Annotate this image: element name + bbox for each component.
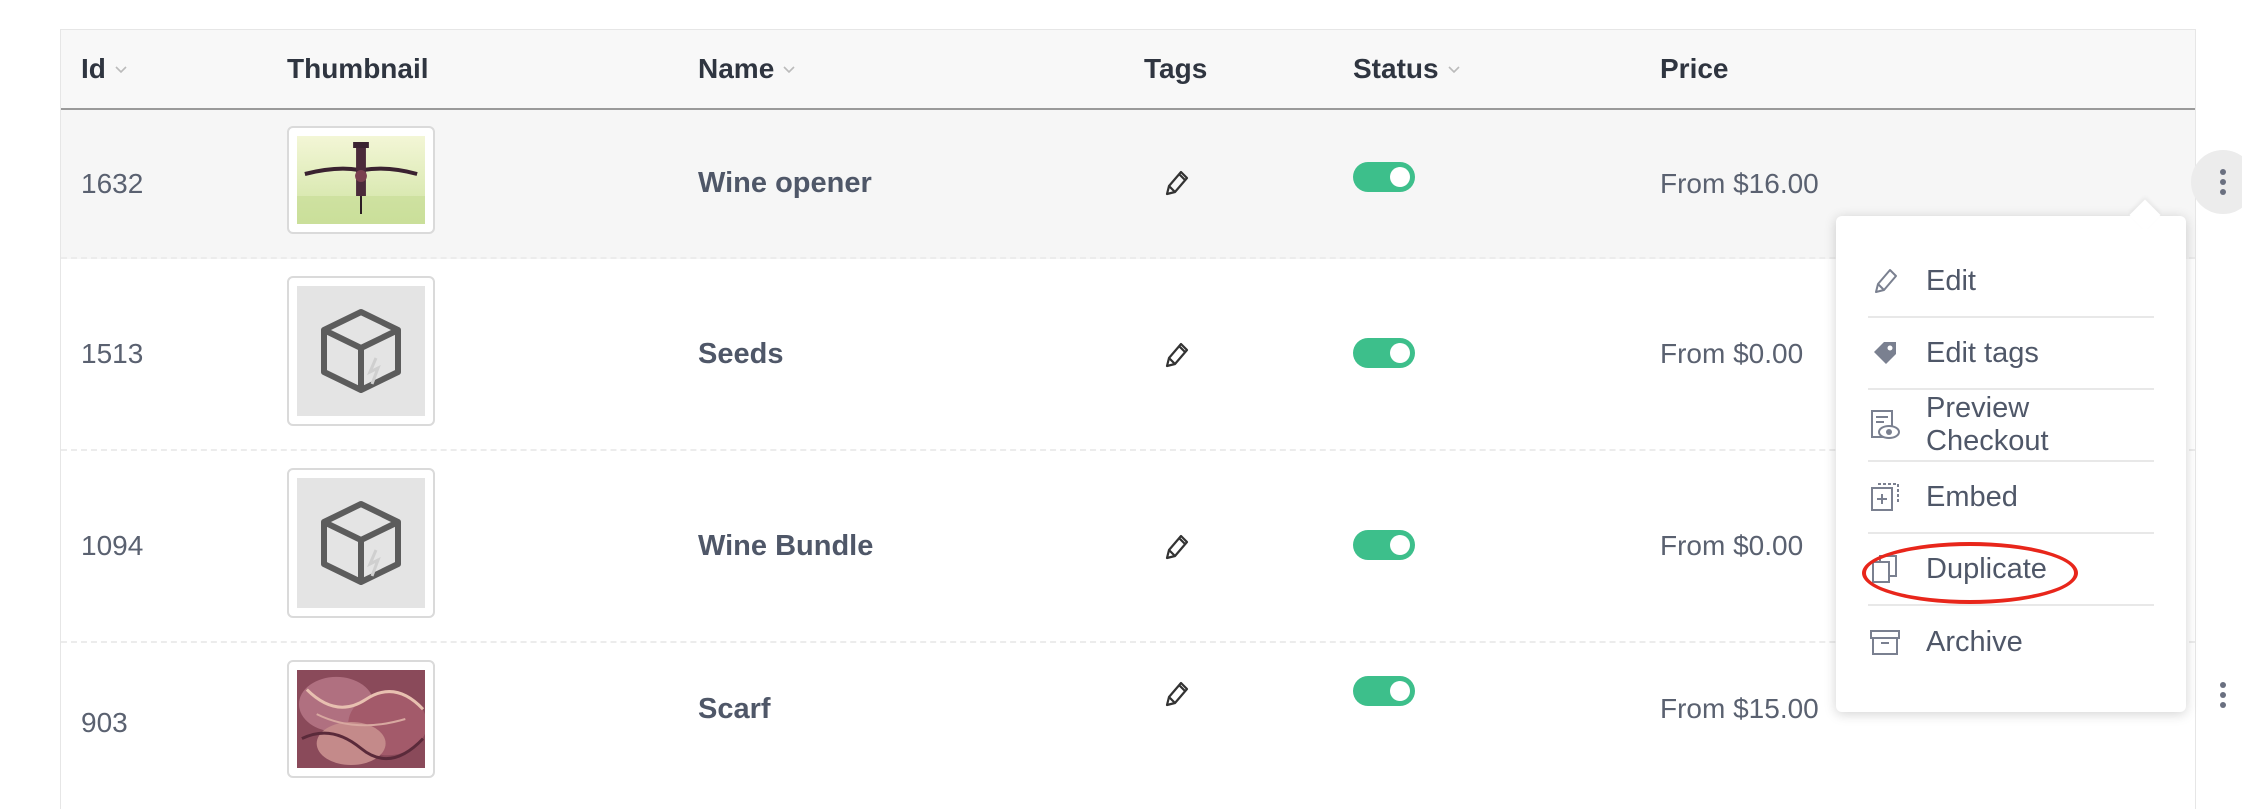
column-header-tags: Tags [1144, 30, 1207, 108]
sort-caret-icon [782, 62, 796, 76]
preview-icon [1871, 410, 1900, 439]
product-name-link[interactable]: Scarf [698, 629, 771, 789]
menu-item-duplicate[interactable]: Duplicate [1868, 534, 2154, 606]
status-toggle[interactable] [1353, 530, 1415, 560]
product-id: 1632 [81, 167, 144, 199]
product-price: From $0.00 [1660, 338, 1804, 369]
product-thumbnail[interactable] [287, 276, 435, 426]
product-thumbnail[interactable] [287, 468, 435, 618]
product-id: 903 [81, 707, 128, 738]
edit-tags-pencil-icon[interactable] [1159, 166, 1193, 200]
menu-item-label: Edit tags [1926, 336, 2039, 369]
kebab-icon [2220, 682, 2226, 708]
menu-item-embed[interactable]: Embed [1868, 462, 2154, 534]
column-header-thumbnail-label: Thumbnail [287, 53, 429, 84]
product-price: From $16.00 [1660, 167, 1819, 199]
product-id: 1094 [81, 530, 144, 561]
edit-tags-pencil-icon[interactable] [1159, 338, 1193, 372]
column-header-status[interactable]: Status [1353, 30, 1461, 108]
duplicate-icon [1872, 555, 1897, 583]
row-actions-menu-button[interactable] [2191, 663, 2242, 727]
menu-item-label: Edit [1926, 264, 1976, 297]
menu-item-label: Preview Checkout [1926, 392, 2049, 457]
sort-caret-icon [1447, 62, 1461, 76]
menu-item-label: Embed [1926, 480, 2018, 513]
column-header-price: Price [1660, 30, 1729, 108]
status-toggle[interactable] [1353, 162, 1415, 192]
product-name-link[interactable]: Wine opener [698, 110, 872, 257]
table-header: Id Thumbnail Name Tags Status Price [61, 30, 2195, 110]
placeholder-box-icon [297, 478, 425, 608]
column-header-thumbnail: Thumbnail [287, 30, 429, 108]
row-actions-dropdown: Edit Edit tags Preview Checkout Embed Du… [1836, 199, 2186, 712]
menu-item-edit-tags[interactable]: Edit tags [1868, 318, 2154, 390]
status-toggle[interactable] [1353, 676, 1415, 706]
placeholder-box-icon [297, 286, 425, 416]
menu-item-label: Archive [1926, 625, 2023, 658]
archive-icon [1870, 630, 1900, 655]
product-name-link[interactable]: Seeds [698, 259, 783, 449]
column-header-id-label: Id [81, 53, 106, 84]
menu-item-label: Duplicate [1926, 552, 2047, 585]
tag-icon [1874, 342, 1896, 364]
sort-caret-icon [114, 62, 128, 76]
embed-icon [1871, 483, 1899, 511]
kebab-icon [2220, 169, 2226, 195]
scarf-image [297, 670, 427, 768]
menu-item-archive[interactable]: Archive [1868, 606, 2154, 678]
column-header-price-label: Price [1660, 53, 1729, 84]
product-price: From $0.00 [1660, 530, 1804, 561]
menu-item-preview-checkout[interactable]: Preview Checkout [1868, 390, 2154, 462]
edit-tags-pencil-icon[interactable] [1159, 677, 1193, 711]
column-header-status-label: Status [1353, 53, 1439, 84]
column-header-name-label: Name [698, 53, 775, 84]
product-name-link[interactable]: Wine Bundle [698, 451, 873, 641]
column-header-id[interactable]: Id [81, 30, 128, 108]
product-id: 1513 [81, 338, 144, 369]
wine-opener-image [297, 136, 425, 224]
product-thumbnail[interactable] [287, 126, 435, 234]
product-price: From $15.00 [1660, 693, 1819, 724]
menu-item-edit[interactable]: Edit [1868, 246, 2154, 318]
column-header-name[interactable]: Name [698, 30, 796, 108]
column-header-tags-label: Tags [1144, 53, 1208, 84]
product-thumbnail[interactable] [287, 660, 435, 778]
edit-tags-pencil-icon[interactable] [1159, 530, 1193, 564]
row-actions-menu-button[interactable] [2191, 150, 2242, 214]
pencil-icon [1875, 269, 1897, 293]
status-toggle[interactable] [1353, 338, 1415, 368]
